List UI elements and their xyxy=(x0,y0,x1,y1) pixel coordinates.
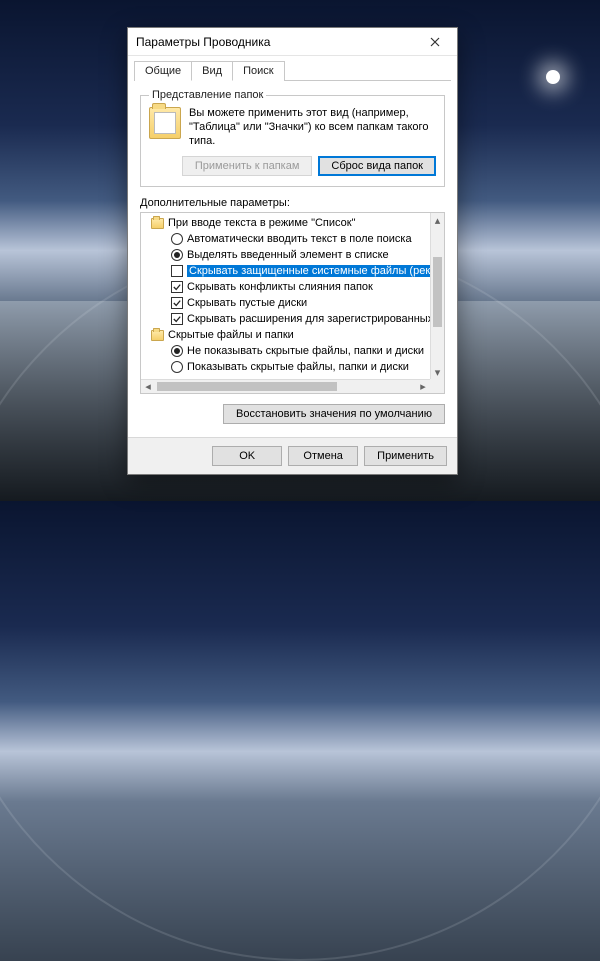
advanced-label: Дополнительные параметры: xyxy=(140,197,445,209)
checkbox-icon xyxy=(171,297,183,309)
tree-group: Скрытые файлы и папки xyxy=(141,327,430,343)
tab-general[interactable]: Общие xyxy=(134,61,192,81)
advanced-settings-list: При вводе текста в режиме "Список" Автома… xyxy=(141,213,430,379)
tree-item-label: При вводе текста в режиме "Список" xyxy=(168,217,359,229)
tree-item-label: Автоматически вводить текст в поле поиск… xyxy=(187,233,416,245)
scroll-corner xyxy=(430,379,444,393)
tree-item-label: Скрывать конфликты слияния папок xyxy=(187,281,377,293)
tree-item[interactable]: Выделять введенный элемент в списке xyxy=(141,247,430,263)
close-icon xyxy=(430,37,440,47)
folder-icon xyxy=(151,330,164,341)
tree-item[interactable]: Скрывать расширения для зарегистрированн… xyxy=(141,311,430,327)
tree-item-label: Скрывать пустые диски xyxy=(187,297,311,309)
tab-search[interactable]: Поиск xyxy=(232,61,284,81)
radio-icon xyxy=(171,345,183,357)
apply-to-folders-button[interactable]: Применить к папкам xyxy=(182,156,313,176)
scroll-up-arrow-icon[interactable]: ▴ xyxy=(431,213,444,227)
ok-button[interactable]: OK xyxy=(212,446,282,466)
radio-icon xyxy=(171,361,183,373)
folder-views-group: Представление папок Вы можете применить … xyxy=(140,89,445,187)
scroll-right-arrow-icon[interactable]: ▸ xyxy=(416,380,430,393)
folder-views-legend: Представление папок xyxy=(149,89,266,101)
scroll-down-arrow-icon[interactable]: ▾ xyxy=(431,365,444,379)
radio-icon xyxy=(171,249,183,261)
tree-item-label: Скрывать защищенные системные файлы (рек… xyxy=(187,265,430,277)
tree-item[interactable]: Скрывать конфликты слияния папок xyxy=(141,279,430,295)
vertical-scrollbar[interactable]: ▴ ▾ xyxy=(430,213,444,379)
tree-item-label: Выделять введенный элемент в списке xyxy=(187,249,393,261)
hscroll-track[interactable] xyxy=(155,380,416,393)
tree-item[interactable]: Не показывать скрытые файлы, папки и дис… xyxy=(141,343,430,359)
folder-icon xyxy=(151,218,164,229)
folder-icon xyxy=(149,107,181,139)
radio-icon xyxy=(171,233,183,245)
vscroll-thumb[interactable] xyxy=(433,257,442,327)
advanced-settings-tree[interactable]: При вводе текста в режиме "Список" Автома… xyxy=(140,212,445,394)
checkbox-icon xyxy=(171,281,183,293)
dialog-button-bar: OK Отмена Применить xyxy=(128,437,457,474)
tree-item-label: Показывать скрытые файлы, папки и диски xyxy=(187,361,413,373)
folder-views-desc: Вы можете применить этот вид (например, … xyxy=(189,107,436,148)
hscroll-thumb[interactable] xyxy=(157,382,337,391)
tree-group: При вводе текста в режиме "Список" xyxy=(141,215,430,231)
reset-folders-button[interactable]: Сброс вида папок xyxy=(318,156,436,176)
cancel-button[interactable]: Отмена xyxy=(288,446,358,466)
tree-item-label: Скрытые файлы и папки xyxy=(168,329,298,341)
titlebar[interactable]: Параметры Проводника xyxy=(128,28,457,56)
tree-item[interactable]: Скрывать защищенные системные файлы (рек… xyxy=(141,263,430,279)
horizontal-scrollbar[interactable]: ◂ ▸ xyxy=(141,379,430,393)
vscroll-track[interactable] xyxy=(431,227,444,365)
checkbox-icon xyxy=(171,313,183,325)
restore-defaults-button[interactable]: Восстановить значения по умолчанию xyxy=(223,404,445,424)
tab-panel-view: Представление папок Вы можете применить … xyxy=(128,81,457,437)
window-title: Параметры Проводника xyxy=(136,35,415,49)
scroll-left-arrow-icon[interactable]: ◂ xyxy=(141,380,155,393)
apply-button[interactable]: Применить xyxy=(364,446,447,466)
tab-view[interactable]: Вид xyxy=(191,61,233,81)
tree-item[interactable]: Показывать скрытые файлы, папки и диски xyxy=(141,359,430,375)
tree-item-label: Скрывать расширения для зарегистрированн… xyxy=(187,313,430,325)
folder-options-dialog: Параметры Проводника Общие Вид Поиск Пре… xyxy=(127,27,458,475)
close-button[interactable] xyxy=(415,29,455,55)
tree-item[interactable]: Автоматически вводить текст в поле поиск… xyxy=(141,231,430,247)
tabs: Общие Вид Поиск xyxy=(128,56,457,80)
checkbox-icon xyxy=(171,265,183,277)
tree-item-label: Не показывать скрытые файлы, папки и дис… xyxy=(187,345,428,357)
tree-item[interactable]: Скрывать пустые диски xyxy=(141,295,430,311)
